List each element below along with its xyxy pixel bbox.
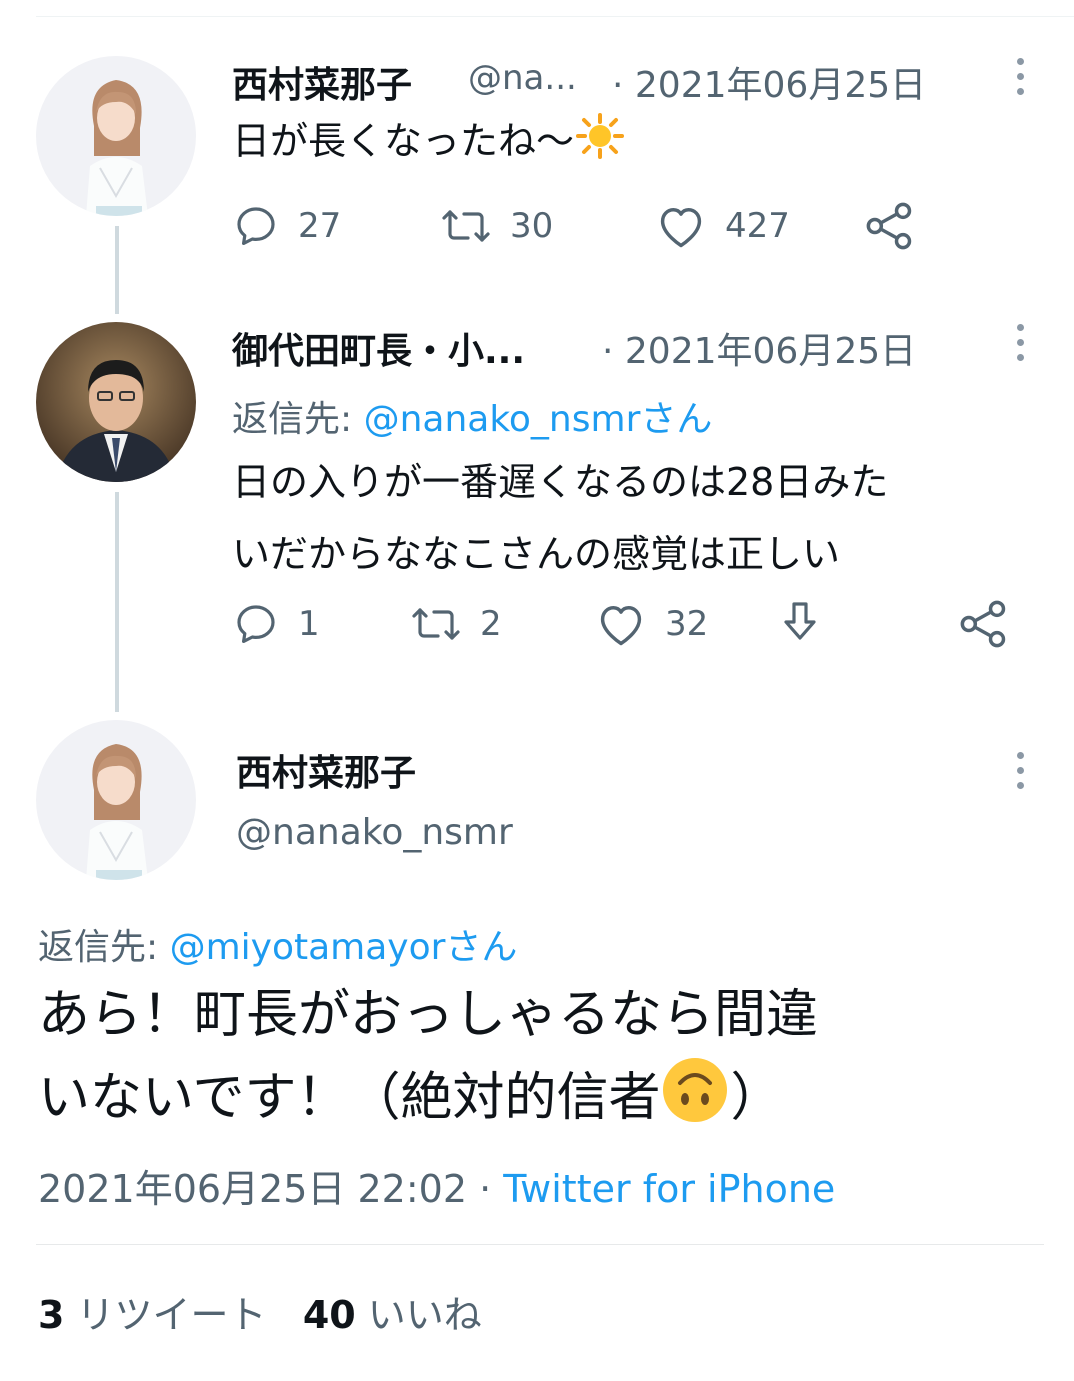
tweet2-date[interactable]: · 2021年06月25日	[602, 322, 916, 374]
reply-icon	[237, 605, 275, 643]
tweet2-like-count: 32	[665, 604, 709, 644]
sun-emoji-icon	[576, 113, 625, 159]
main-text-line1: あら！町長がおっしゃるなら間違	[38, 985, 819, 1045]
main-author-name[interactable]: 西村菜那子	[236, 744, 416, 796]
tweet2-text-line2: いだからななこさんの感覚は正しい	[232, 532, 841, 576]
tweet2-text-line1: 日の入りが一番遅くなるのは28日みた	[232, 460, 889, 504]
tweet2-like-button[interactable]: 32	[595, 600, 708, 648]
tweet2-more-icon[interactable]	[1010, 324, 1030, 369]
avatar-photo-woman	[36, 720, 196, 880]
avatar-mayor[interactable]	[36, 322, 196, 482]
avatar-photo-woman	[36, 56, 196, 216]
thread-line-2	[115, 492, 119, 712]
tweet1-reply-button[interactable]: 27	[232, 202, 341, 250]
likes-count: 40	[302, 1293, 356, 1337]
tweet1-more-icon[interactable]	[1010, 58, 1030, 103]
upside-down-face-emoji-icon	[663, 1058, 728, 1122]
tweet2-reply-count: 1	[298, 604, 320, 644]
tweet1-retweet-button[interactable]: 30	[440, 202, 553, 250]
main-text-line2: いないです！（絶対的信者 ）	[38, 1055, 818, 1138]
main-tweet-text: あら！町長がおっしゃるなら間違 いないです！（絶対的信者 ）	[38, 975, 818, 1138]
like-heart-icon	[660, 208, 702, 248]
main-source[interactable]: Twitter for iPhone	[503, 1167, 835, 1211]
top-divider	[36, 16, 1074, 17]
main-reply-to: 返信先: @miyotamayorさん	[38, 918, 517, 970]
share-icon	[866, 202, 912, 250]
thread-line	[115, 226, 119, 314]
tweet2-share-button[interactable]	[958, 598, 1010, 650]
like-heart-icon	[600, 606, 642, 646]
divider	[36, 1244, 1044, 1245]
tweet2-reply-to-label: 返信先:	[232, 399, 364, 440]
retweets-stat[interactable]: 3 リツイート	[38, 1293, 267, 1337]
tweet2-author-name[interactable]: 御代田町長・小...	[232, 322, 525, 374]
tweet1-like-button[interactable]: 427	[655, 202, 790, 250]
tweet1-like-count: 427	[725, 206, 790, 246]
main-timestamp[interactable]: 2021年06月25日 22:02 ·	[38, 1167, 503, 1211]
main-avatar-nishimura[interactable]	[36, 720, 196, 880]
main-author-handle[interactable]: @nanako_nsmr	[236, 812, 513, 853]
main-tweet-stats: 3 リツイート 40 いいね	[38, 1284, 482, 1339]
avatar-nishimura[interactable]	[36, 56, 196, 216]
likes-label: いいね	[367, 1293, 482, 1337]
tweet1-author-handle[interactable]: @na...	[468, 58, 577, 98]
avatar-photo-man	[36, 322, 196, 482]
tweet2-reply-to-mention[interactable]: @nanako_nsmrさん	[364, 399, 713, 440]
tweet2-retweet-button[interactable]: 2	[410, 600, 502, 648]
main-reply-to-label: 返信先:	[38, 927, 170, 968]
retweet-icon	[412, 608, 460, 640]
retweets-count: 3	[38, 1293, 65, 1337]
share-icon	[960, 600, 1006, 648]
tweet2-reply-to: 返信先: @nanako_nsmrさん	[232, 390, 712, 442]
download-arrow-icon	[784, 602, 816, 640]
tweet1-share-button[interactable]	[864, 200, 916, 252]
tweet1-author-name[interactable]: 西村菜那子	[232, 56, 412, 108]
tweet1-retweet-count: 30	[510, 206, 554, 246]
main-tweet-meta: 2021年06月25日 22:02 · Twitter for iPhone	[38, 1158, 835, 1213]
tweet1-text-body: 日が長くなったね〜	[232, 119, 575, 163]
reply-icon	[237, 207, 275, 245]
tweet1-reply-count: 27	[298, 206, 342, 246]
likes-stat[interactable]: 40 いいね	[303, 1293, 482, 1337]
tweet1-text: 日が長くなったね〜	[232, 105, 626, 177]
retweets-label: リツイート	[76, 1293, 267, 1337]
main-more-icon[interactable]	[1010, 752, 1030, 797]
main-reply-to-mention[interactable]: @miyotamayorさん	[170, 927, 518, 968]
tweet2-reply-button[interactable]: 1	[232, 600, 320, 648]
tweet2-retweet-count: 2	[480, 604, 502, 644]
main-text-line2-body: いないです！（絶対的信者	[38, 1068, 661, 1128]
main-text-line2-end: ）	[730, 1068, 783, 1128]
tweet1-date[interactable]: · 2021年06月25日	[612, 56, 926, 108]
tweet2-tip-button[interactable]	[776, 598, 824, 650]
retweet-icon	[442, 210, 490, 242]
tweet2-text: 日の入りが一番遅くなるのは28日みた いだからななこさんの感覚は正しい	[232, 446, 888, 590]
